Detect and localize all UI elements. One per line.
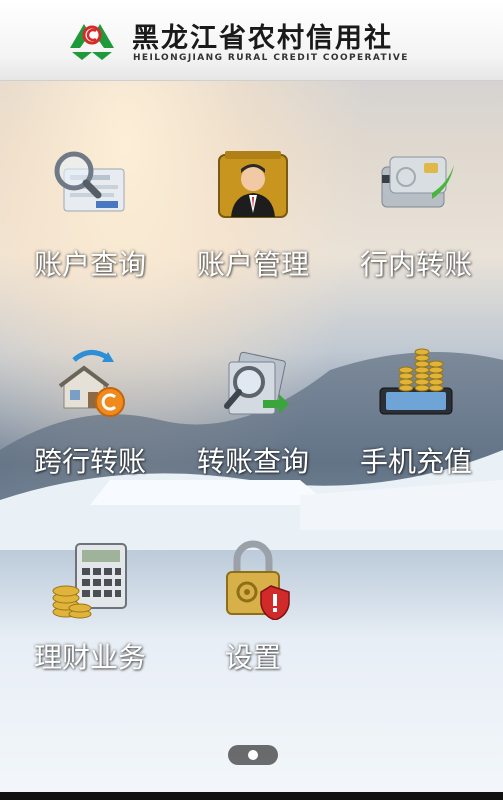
menu-label: 转账查询 [196, 445, 309, 478]
menu-inter-bank-transfer[interactable]: 跨行转账 [15, 344, 165, 494]
menu-label: 手机充值 [359, 445, 472, 478]
menu-account-manage[interactable]: 账户管理 [178, 147, 328, 297]
padlock-shield-icon [226, 540, 290, 620]
calculator-coins-icon [52, 543, 127, 619]
menu-account-query[interactable]: 账户查询 [15, 147, 165, 297]
menu-label: 跨行转账 [33, 445, 146, 478]
menu-mobile-topup[interactable]: 手机充值 [341, 344, 491, 494]
phone-coins-icon [379, 348, 453, 415]
menu-transfer-query[interactable]: 转账查询 [178, 344, 328, 494]
page-indicator [228, 745, 278, 765]
rcc-logo-icon [70, 24, 114, 60]
menu-label: 行内转账 [359, 248, 472, 281]
app-title: 黑龙江省农村信用社 [132, 23, 393, 54]
menu-settings[interactable]: 设置 [178, 540, 328, 690]
menu-wealth-management[interactable]: 理财业务 [15, 540, 165, 690]
bank-transfer-icon [58, 350, 125, 417]
account-manager-icon [218, 151, 288, 218]
bottom-bar [0, 792, 503, 800]
app-header: 黑龙江省农村信用社 HEILONGJIANG RURAL CREDIT COOP… [0, 0, 503, 81]
menu-label: 设置 [224, 641, 281, 674]
magnifier-document-icon [54, 151, 125, 212]
menu-label: 理财业务 [33, 641, 146, 674]
menu-label: 账户查询 [33, 248, 146, 281]
bank-card-icon [381, 156, 454, 208]
menu-label: 账户管理 [196, 248, 309, 281]
transfer-search-icon [224, 351, 289, 415]
page-indicator-dot-active [248, 750, 258, 760]
menu-intra-bank-transfer[interactable]: 行内转账 [341, 147, 491, 297]
app-subtitle: HEILONGJIANG RURAL CREDIT COOPERATIVE [133, 53, 409, 63]
